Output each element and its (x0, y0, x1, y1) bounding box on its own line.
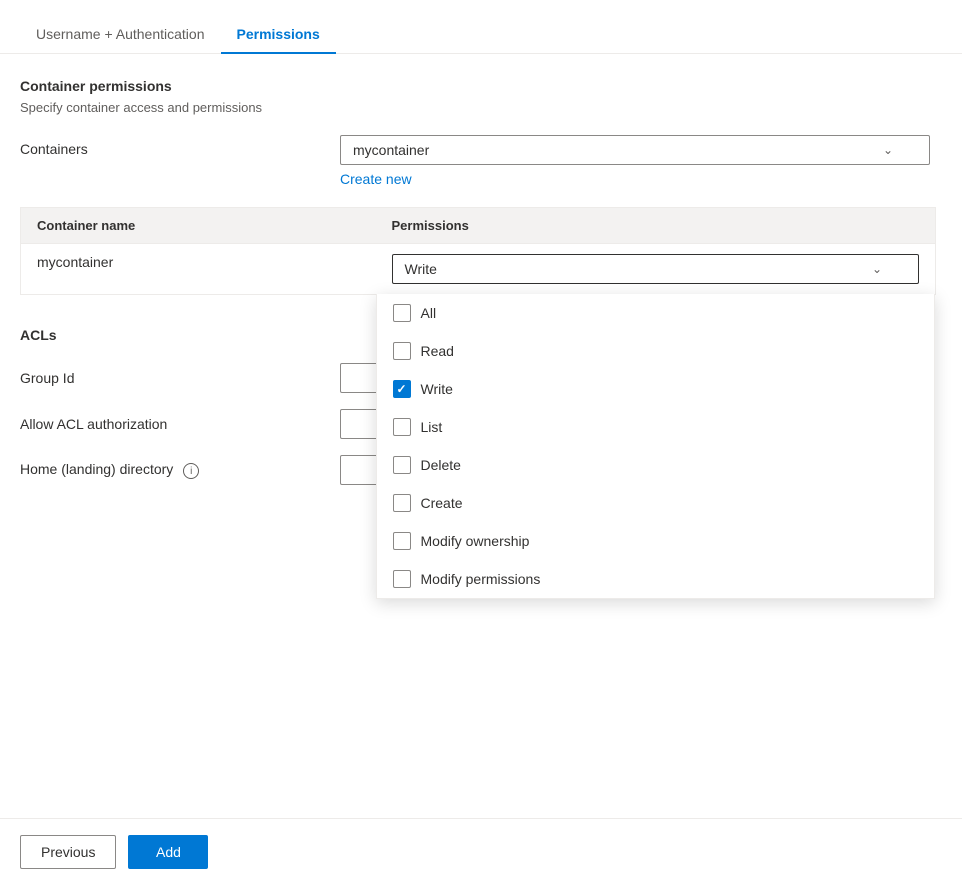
content-area: Container permissions Specify container … (0, 54, 962, 818)
dropdown-item-modify-ownership[interactable]: Modify ownership (377, 522, 935, 560)
col-header-container-name: Container name (21, 208, 376, 244)
option-label-write: Write (421, 381, 453, 397)
section-desc: Specify container access and permissions (20, 100, 942, 115)
permissions-table: Container name Permissions mycontainer W… (20, 207, 936, 295)
containers-dropdown-trigger[interactable]: mycontainer ⌄ (340, 135, 930, 165)
checkbox-modify-ownership[interactable] (393, 532, 411, 550)
page-container: Username + Authentication Permissions Co… (0, 0, 962, 885)
containers-dropdown-value: mycontainer (353, 142, 429, 158)
checkbox-create[interactable] (393, 494, 411, 512)
section-title: Container permissions (20, 78, 942, 94)
footer: Previous Add (0, 818, 962, 885)
option-label-list: List (421, 419, 443, 435)
previous-button[interactable]: Previous (20, 835, 116, 869)
col-header-permissions: Permissions (376, 208, 936, 244)
checkbox-read[interactable] (393, 342, 411, 360)
containers-row: Containers mycontainer ⌄ Create new (20, 135, 942, 187)
checkbox-write[interactable] (393, 380, 411, 398)
dropdown-item-list[interactable]: List (377, 408, 935, 446)
add-button[interactable]: Add (128, 835, 208, 869)
option-label-create: Create (421, 495, 463, 511)
option-label-all: All (421, 305, 437, 321)
chevron-down-icon: ⌄ (883, 143, 893, 157)
permissions-dropdown-value: Write (405, 261, 437, 277)
dropdown-item-delete[interactable]: Delete (377, 446, 935, 484)
allow-acl-label: Allow ACL authorization (20, 416, 340, 432)
create-new-link[interactable]: Create new (340, 171, 412, 187)
table-cell-container-name: mycontainer (21, 244, 376, 295)
option-label-delete: Delete (421, 457, 461, 473)
dropdown-item-modify-permissions[interactable]: Modify permissions (377, 560, 935, 598)
option-label-modify-permissions: Modify permissions (421, 571, 541, 587)
checkbox-list[interactable] (393, 418, 411, 436)
dropdown-item-all[interactable]: All (377, 294, 935, 332)
tab-username-auth[interactable]: Username + Authentication (20, 16, 221, 54)
containers-form-control: mycontainer ⌄ Create new (340, 135, 942, 187)
option-label-read: Read (421, 343, 454, 359)
permissions-dropdown-menu: All Read Write (376, 294, 936, 599)
tabs-bar: Username + Authentication Permissions (0, 16, 962, 54)
containers-dropdown: mycontainer ⌄ (340, 135, 930, 165)
table-row: mycontainer Write ⌄ (21, 244, 936, 295)
checkbox-modify-permissions[interactable] (393, 570, 411, 588)
checkbox-delete[interactable] (393, 456, 411, 474)
checkbox-all[interactable] (393, 304, 411, 322)
dropdown-item-create[interactable]: Create (377, 484, 935, 522)
container-permissions-section: Container permissions Specify container … (20, 78, 942, 295)
table-cell-permissions: Write ⌄ All (376, 244, 936, 295)
dropdown-item-write[interactable]: Write (377, 370, 935, 408)
option-label-modify-ownership: Modify ownership (421, 533, 530, 549)
info-icon[interactable]: i (183, 463, 199, 479)
home-dir-label: Home (landing) directory i (20, 461, 340, 480)
permissions-dropdown-trigger[interactable]: Write ⌄ (392, 254, 920, 284)
dropdown-item-read[interactable]: Read (377, 332, 935, 370)
containers-label: Containers (20, 135, 340, 157)
group-id-label: Group Id (20, 370, 340, 386)
tab-permissions[interactable]: Permissions (221, 16, 336, 54)
permissions-chevron-icon: ⌄ (872, 262, 882, 276)
